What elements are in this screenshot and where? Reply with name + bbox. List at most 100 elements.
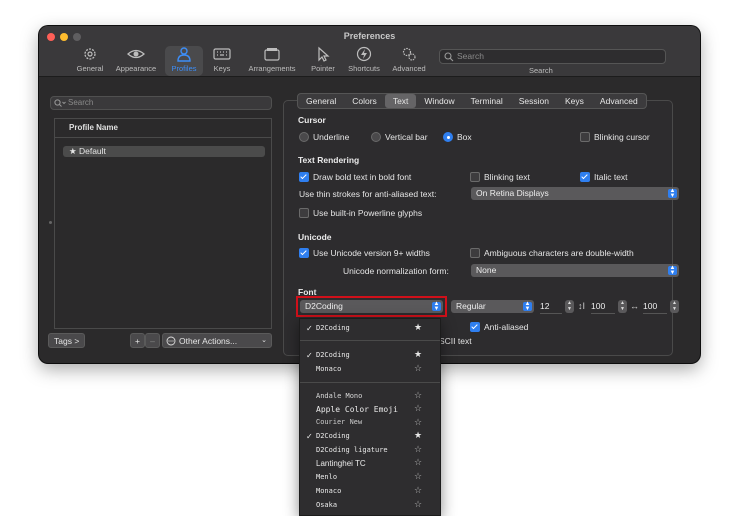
other-actions-button[interactable]: Other Actions... ⌄ xyxy=(162,333,272,348)
toolbar-appearance-label: Appearance xyxy=(115,64,157,73)
split-handle[interactable] xyxy=(49,221,52,224)
star-outline-icon[interactable]: ☆ xyxy=(414,417,422,430)
toolbar-arrangements-label: Arrangements xyxy=(248,64,296,73)
toolbar-advanced-label: Advanced xyxy=(392,64,426,73)
tab-colors[interactable]: Colors xyxy=(344,94,385,108)
font-size-stepper[interactable]: ▲ ▼ xyxy=(565,300,574,313)
toolbar-appearance[interactable]: Appearance xyxy=(113,46,159,76)
menu-item-andale-mono[interactable]: Andale Mono ☆ xyxy=(300,390,440,403)
updown-chevron-icon: ▲ ▼ xyxy=(523,301,532,312)
blinking-text-checkbox[interactable] xyxy=(470,172,480,182)
cursor-underline-label: Underline xyxy=(313,132,350,142)
star-outline-icon[interactable]: ☆ xyxy=(414,471,422,484)
vertical-spacing-stepper[interactable]: ▲ ▼ xyxy=(618,300,627,313)
toolbar-profiles-label: Profiles xyxy=(171,64,197,73)
add-profile-button[interactable]: + xyxy=(130,333,145,348)
cursor-box-radio[interactable] xyxy=(443,132,453,142)
tab-general[interactable]: General xyxy=(298,94,344,108)
cursor-vertical-bar-radio[interactable] xyxy=(371,132,381,142)
text-rendering-heading: Text Rendering xyxy=(298,155,360,165)
updown-chevron-icon: ▲ ▼ xyxy=(668,265,677,276)
unicode-v9-checkbox[interactable] xyxy=(299,248,309,258)
horizontal-spacing-field[interactable]: 100 xyxy=(643,300,667,314)
toolbar-pointer-label: Pointer xyxy=(311,64,335,73)
toolbar-search-placeholder: Search xyxy=(457,51,484,61)
menu-item-courier-new[interactable]: Courier New ☆ xyxy=(300,417,440,430)
anti-aliased-checkbox[interactable] xyxy=(470,322,480,332)
menu-item-current[interactable]: ✓ D2Coding ★ xyxy=(300,322,440,335)
menu-item-osaka[interactable]: Osaka ☆ xyxy=(300,499,440,512)
thin-strokes-select[interactable]: On Retina Displays ▲ ▼ xyxy=(471,187,679,200)
toolbar-search-input[interactable]: Search xyxy=(439,49,666,64)
bold-font-checkbox[interactable] xyxy=(299,172,309,182)
remove-profile-button[interactable]: – xyxy=(145,333,160,348)
profile-row-default[interactable]: ★ Default xyxy=(63,146,265,157)
tags-button[interactable]: Tags > xyxy=(48,333,85,348)
star-outline-icon[interactable]: ☆ xyxy=(414,390,422,403)
updown-chevron-icon: ▲ ▼ xyxy=(432,301,441,312)
star-filled-icon[interactable]: ★ xyxy=(414,430,422,443)
checkmark-icon: ✓ xyxy=(306,432,313,441)
menu-item-monaco[interactable]: Monaco ☆ xyxy=(300,485,440,498)
other-actions-label: Other Actions... xyxy=(179,336,238,346)
tab-terminal[interactable]: Terminal xyxy=(463,94,511,108)
italic-text-checkbox[interactable] xyxy=(580,172,590,182)
toolbar-general[interactable]: General xyxy=(73,46,107,76)
toolbar-profiles[interactable]: Profiles xyxy=(165,46,203,76)
star-outline-icon[interactable]: ☆ xyxy=(414,403,422,416)
person-icon xyxy=(177,47,191,62)
tab-advanced[interactable]: Advanced xyxy=(592,94,646,108)
toolbar-arrangements[interactable]: Arrangements xyxy=(244,46,300,76)
star-outline-icon[interactable]: ☆ xyxy=(414,363,422,376)
chevron-down-icon: ⌄ xyxy=(261,337,267,344)
menu-item-lantinghei-tc[interactable]: Lantinghei TC ☆ xyxy=(300,457,440,470)
horizontal-spacing-stepper[interactable]: ▲ ▼ xyxy=(670,300,679,313)
star-outline-icon[interactable]: ☆ xyxy=(414,457,422,470)
powerline-checkbox[interactable] xyxy=(299,208,309,218)
profile-search-input[interactable]: Search xyxy=(50,96,272,110)
tab-keys[interactable]: Keys xyxy=(557,94,592,108)
menu-item-favorite-monaco[interactable]: Monaco ☆ xyxy=(300,363,440,376)
vertical-spacing-field[interactable]: 100 xyxy=(591,300,615,314)
toolbar-shortcuts[interactable]: Shortcuts xyxy=(345,46,383,76)
menu-item-favorite-d2coding[interactable]: ✓ D2Coding ★ xyxy=(300,349,440,362)
normalization-select[interactable]: None ▲ ▼ xyxy=(471,264,679,277)
menu-item-d2coding[interactable]: ✓ D2Coding ★ xyxy=(300,430,440,443)
cursor-underline-radio[interactable] xyxy=(299,132,309,142)
tab-session[interactable]: Session xyxy=(511,94,557,108)
unicode-heading: Unicode xyxy=(298,232,332,242)
star-outline-icon[interactable]: ☆ xyxy=(414,444,422,457)
tab-text[interactable]: Text xyxy=(384,94,417,108)
toolbar-keys[interactable]: Keys xyxy=(209,46,235,76)
powerline-label: Use built-in Powerline glyphs xyxy=(313,208,423,218)
updown-chevron-icon: ▲ ▼ xyxy=(668,188,677,199)
toolbar-keys-label: Keys xyxy=(213,64,231,73)
ambiguous-width-checkbox[interactable] xyxy=(470,248,480,258)
star-outline-icon[interactable]: ☆ xyxy=(414,485,422,498)
toolbar-pointer[interactable]: Pointer xyxy=(307,46,339,76)
ellipsis-circle-icon xyxy=(166,336,176,346)
ambiguous-width-label: Ambiguous characters are double-width xyxy=(484,248,634,258)
window-title: Preferences xyxy=(343,31,396,41)
toolbar-advanced[interactable]: Advanced xyxy=(389,46,429,76)
profile-list: Profile Name ★ Default xyxy=(54,118,272,329)
tab-window[interactable]: Window xyxy=(416,94,462,108)
toolbar-general-label: General xyxy=(76,64,104,73)
toolbar-shortcuts-label: Shortcuts xyxy=(348,64,380,73)
blinking-cursor-checkbox[interactable] xyxy=(580,132,590,142)
star-filled-icon[interactable]: ★ xyxy=(414,322,422,335)
menu-item-d2coding-ligature[interactable]: D2Coding ligature ☆ xyxy=(300,444,440,457)
bold-font-label: Draw bold text in bold font xyxy=(313,172,412,182)
menu-item-apple-color-emoji[interactable]: Apple Color Emoji ☆ xyxy=(300,403,440,416)
font-style-select[interactable]: Regular ▲ ▼ xyxy=(451,300,534,313)
font-family-select[interactable]: D2Coding ▲ ▼ xyxy=(300,300,443,313)
star-filled-icon[interactable]: ★ xyxy=(414,349,422,362)
cursor-box-label: Box xyxy=(457,132,472,142)
horizontal-spacing-icon: ↔ xyxy=(630,301,639,311)
star-outline-icon[interactable]: ☆ xyxy=(414,499,422,512)
menu-separator xyxy=(300,340,440,341)
menu-item-menlo[interactable]: Menlo ☆ xyxy=(300,471,440,484)
anti-aliased-label: Anti-aliased xyxy=(484,322,529,332)
font-size-field[interactable]: 12 xyxy=(540,300,562,314)
gears-icon xyxy=(402,47,416,61)
